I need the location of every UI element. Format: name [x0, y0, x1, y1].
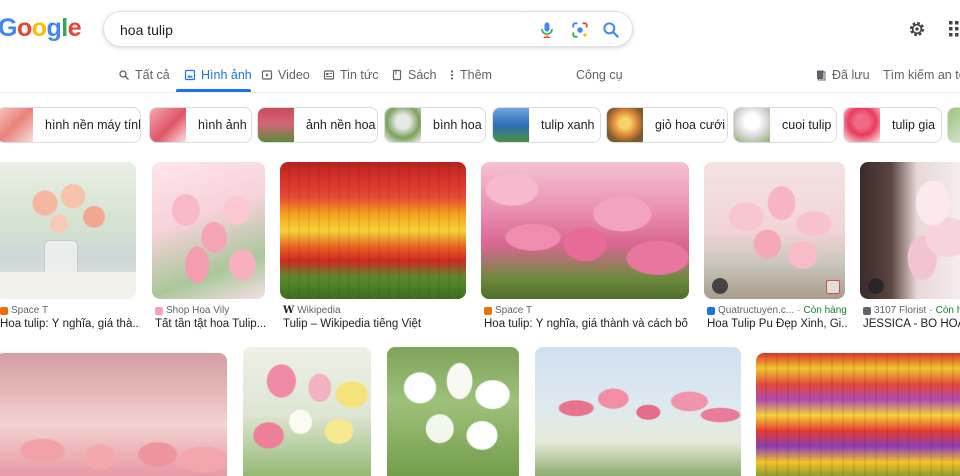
- chip-hinh-anh[interactable]: hình ảnh: [149, 107, 252, 143]
- favicon-icon: [484, 306, 492, 315]
- result-thumbnail: [481, 162, 689, 299]
- chip-label: hình ảnh: [198, 118, 247, 132]
- tools-button[interactable]: Công cụ: [576, 68, 623, 82]
- stock-status: Còn hàng: [803, 305, 847, 316]
- chip-label: ảnh nền hoa: [306, 118, 376, 132]
- chip-cuoi-tulip[interactable]: cuoi tulip: [733, 107, 837, 143]
- chip-label: cuoi tulip: [782, 118, 832, 132]
- chip-label: tulip gia: [892, 118, 936, 132]
- result-thumbnail: [860, 162, 960, 299]
- wikipedia-icon: W: [283, 305, 295, 316]
- collections-icon: [817, 70, 826, 81]
- result-source: Space T: [11, 305, 49, 316]
- chip-tulip-gia[interactable]: tulip gia: [843, 107, 942, 143]
- tab-label: Tất cả: [135, 68, 170, 82]
- safe-search-label: Tìm kiếm an toà: [883, 68, 960, 82]
- chip-gio-hoa-cuoi[interactable]: giỏ hoa cưới: [606, 107, 728, 143]
- tab-all[interactable]: Tất cả: [118, 68, 170, 82]
- chip-anh-nen-hoa[interactable]: ảnh nền hoa: [257, 107, 378, 143]
- favicon-icon: [0, 306, 8, 315]
- favicon-icon: [155, 306, 163, 315]
- lens-icon[interactable]: [570, 20, 590, 40]
- result-source: 3107 Florist: [874, 305, 927, 316]
- stock-status: Còn hà: [935, 305, 960, 316]
- chip-label: giỏ hoa cưới: [655, 118, 726, 132]
- chip-binh-hoa[interactable]: bình hoa: [384, 107, 486, 143]
- result-title: Hoa tulip: Ý nghĩa, giá thà...: [0, 318, 140, 330]
- result-thumbnail: [152, 162, 265, 299]
- product-tag-icon: [868, 278, 884, 294]
- chip-hinh-nen-may-tinh[interactable]: hình nền máy tính: [0, 107, 141, 143]
- google-logo[interactable]: Google: [0, 14, 82, 43]
- saved-button[interactable]: Đã lưu: [815, 68, 870, 82]
- search-tabs: Tất cả Hình ảnh Video Tin tức Sách Thêm …: [0, 58, 960, 94]
- image-result[interactable]: [535, 347, 741, 476]
- tab-label: Tin tức: [340, 68, 379, 82]
- chip-thumbnail: [844, 108, 880, 142]
- chip-label: tulip xanh: [541, 118, 595, 132]
- image-result[interactable]: [0, 353, 227, 476]
- shop-badge-icon: [826, 280, 840, 294]
- apps-grid-icon[interactable]: [948, 20, 960, 38]
- result-thumbnail: [280, 162, 466, 299]
- result-title: Tulip – Wikipedia tiếng Việt: [283, 318, 422, 330]
- gear-icon[interactable]: [907, 19, 927, 39]
- product-tag-icon: [712, 278, 728, 294]
- chip-label: bình hoa: [433, 118, 482, 132]
- tab-images[interactable]: Hình ảnh: [184, 68, 252, 82]
- chip-thumbnail: [607, 108, 643, 142]
- microphone-icon[interactable]: [537, 20, 557, 40]
- image-result[interactable]: [243, 347, 371, 476]
- image-result[interactable]: [387, 347, 519, 476]
- result-source: Quatructuyen.c...: [718, 305, 795, 316]
- chip-more[interactable]: [947, 107, 960, 143]
- chip-thumbnail: [493, 108, 529, 142]
- result-thumbnail: [0, 162, 136, 299]
- book-icon: [392, 69, 402, 81]
- image-result[interactable]: [756, 353, 960, 476]
- tab-label: Video: [278, 68, 310, 82]
- more-icon: [450, 70, 454, 80]
- header-divider: [0, 92, 960, 93]
- search-icon: [119, 70, 129, 80]
- result-source: Wikipedia: [297, 305, 341, 316]
- chip-thumbnail: [150, 108, 186, 142]
- tab-label: Thêm: [460, 68, 492, 82]
- video-icon: [261, 70, 273, 80]
- result-title: JESSICA - BÓ HOA T: [863, 318, 960, 330]
- favicon-icon: [863, 306, 871, 315]
- tools-label: Công cụ: [576, 68, 623, 82]
- favicon-icon: [707, 306, 715, 315]
- tab-video[interactable]: Video: [261, 68, 310, 82]
- chip-label: hình nền máy tính: [45, 118, 141, 132]
- news-icon: [323, 70, 335, 80]
- result-title: Hoa Tulip Pu Đẹp Xinh, Gi...: [707, 318, 847, 330]
- saved-label: Đã lưu: [832, 68, 870, 82]
- chip-thumbnail: [948, 108, 960, 142]
- chip-thumbnail: [0, 108, 33, 142]
- chip-thumbnail: [258, 108, 294, 142]
- tab-news[interactable]: Tin tức: [323, 68, 378, 82]
- image-icon: [184, 69, 196, 81]
- search-icon[interactable]: [601, 20, 621, 40]
- search-box[interactable]: hoa tulip: [103, 11, 633, 47]
- safe-search-button[interactable]: Tìm kiếm an toà: [883, 68, 960, 82]
- result-thumbnail: [704, 162, 845, 299]
- result-title: Tất tần tật hoa Tulip...: [155, 318, 267, 330]
- tab-books[interactable]: Sách: [391, 68, 437, 82]
- chip-tulip-xanh[interactable]: tulip xanh: [492, 107, 601, 143]
- tab-label: Sách: [408, 68, 437, 82]
- result-title: Hoa tulip: Ý nghĩa, giá thành và cách bố…: [484, 318, 689, 330]
- tab-label: Hình ảnh: [201, 68, 252, 82]
- tab-more[interactable]: Thêm: [449, 68, 492, 82]
- search-input[interactable]: hoa tulip: [120, 22, 173, 38]
- result-source: Shop Hoa Vily: [166, 305, 230, 316]
- table-surface: [0, 272, 136, 299]
- chip-thumbnail: [734, 108, 770, 142]
- result-source: Space T: [495, 305, 533, 316]
- chip-thumbnail: [385, 108, 421, 142]
